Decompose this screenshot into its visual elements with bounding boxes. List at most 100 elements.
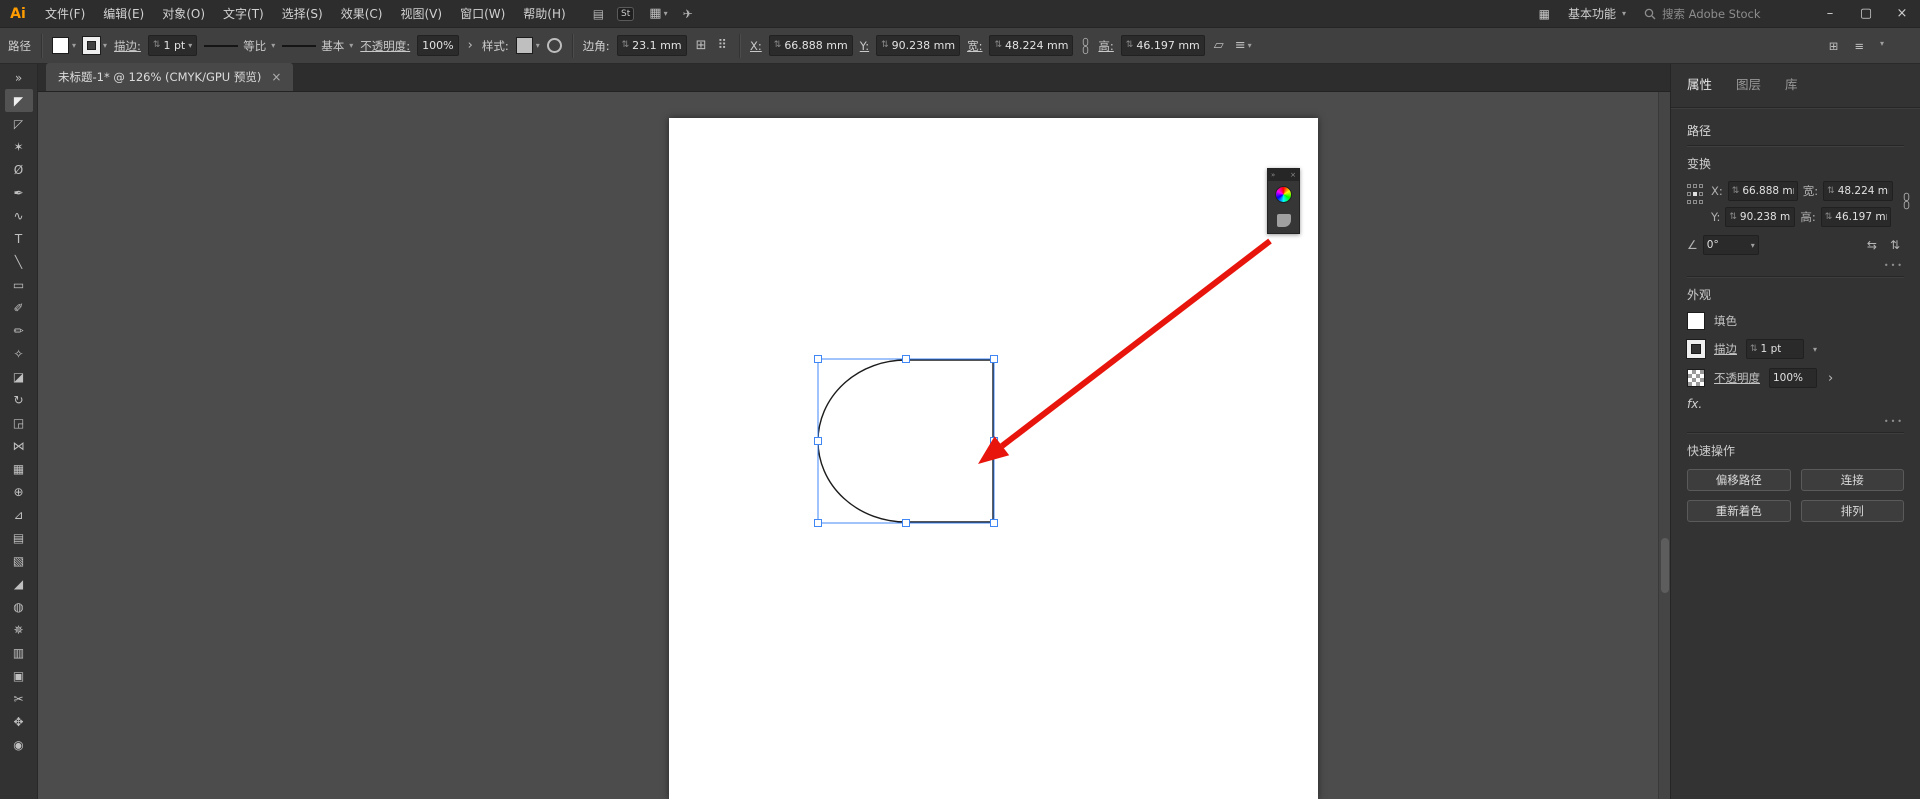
shape-widget-button[interactable] bbox=[1268, 207, 1299, 233]
share-icon[interactable]: ✈ bbox=[683, 7, 693, 21]
reference-point-locator[interactable] bbox=[1687, 184, 1703, 206]
join-button[interactable]: 连接 bbox=[1800, 469, 1904, 491]
line-segment-tool[interactable]: ╲ bbox=[5, 250, 33, 273]
close-tab-icon[interactable]: × bbox=[271, 70, 281, 84]
x-label[interactable]: X: bbox=[750, 39, 762, 53]
effects-button[interactable]: fx. bbox=[1687, 397, 1904, 411]
document-icon[interactable]: ▤ bbox=[593, 7, 604, 21]
recolor-button[interactable]: 重新着色 bbox=[1687, 500, 1791, 522]
shear-icon[interactable]: ▱ bbox=[1212, 38, 1226, 53]
chevron-down-icon[interactable]: ▾ bbox=[536, 41, 540, 50]
align-options-icon[interactable]: ⠿ bbox=[715, 38, 729, 53]
slice-tool[interactable]: ✂ bbox=[5, 687, 33, 710]
curvature-tool[interactable]: ∿ bbox=[5, 204, 33, 227]
stepper-icon[interactable]: ⇅ bbox=[994, 41, 1002, 50]
menu-view[interactable]: 视图(V) bbox=[391, 0, 451, 28]
chevron-down-icon[interactable]: ▾ bbox=[1813, 345, 1817, 354]
close-icon[interactable]: × bbox=[1290, 169, 1296, 181]
direct-selection-tool[interactable]: ◸ bbox=[5, 112, 33, 135]
recolor-artwork-icon[interactable] bbox=[546, 38, 562, 53]
arrange-button[interactable]: 排列 bbox=[1800, 500, 1904, 522]
tab-properties[interactable]: 属性 bbox=[1687, 74, 1712, 93]
y-field[interactable]: ⇅ 90.238 mm bbox=[876, 35, 961, 56]
floating-widget[interactable]: » × bbox=[1267, 168, 1300, 234]
link-dimensions-icon[interactable] bbox=[1080, 37, 1091, 55]
menu-file[interactable]: 文件(F) bbox=[36, 0, 94, 28]
type-tool[interactable]: T bbox=[5, 227, 33, 250]
stroke-swatch[interactable] bbox=[83, 37, 101, 54]
height-field[interactable]: ⇅ 46.197 mm bbox=[1820, 207, 1891, 227]
arrange-documents-button[interactable]: ▦ ▾ bbox=[647, 6, 669, 21]
stock-badge[interactable]: St bbox=[617, 6, 635, 21]
collapse-tools-icon[interactable]: » bbox=[5, 66, 33, 89]
opacity-swatch[interactable] bbox=[1687, 369, 1705, 387]
fill-swatch[interactable] bbox=[1687, 312, 1705, 330]
stroke-weight-label[interactable]: 描边: bbox=[114, 38, 141, 54]
flip-vertical-icon[interactable]: ⇅ bbox=[1886, 238, 1904, 252]
menu-window[interactable]: 窗口(W) bbox=[451, 0, 514, 28]
stepper-icon[interactable]: ⇅ bbox=[881, 41, 889, 50]
opacity-options-icon[interactable]: › bbox=[1826, 371, 1835, 386]
stroke-swatch[interactable] bbox=[1687, 340, 1705, 358]
artboard-tool[interactable]: ▣ bbox=[5, 664, 33, 687]
document-tab[interactable]: 未标题-1* @ 126% (CMYK/GPU 预览) × bbox=[46, 63, 294, 91]
hand-tool[interactable]: ✥ bbox=[5, 710, 33, 733]
width-tool[interactable]: ⋈ bbox=[5, 434, 33, 457]
opacity-label[interactable]: 不透明度: bbox=[360, 38, 410, 54]
y-field[interactable]: ⇅ 90.238 mm bbox=[1725, 207, 1796, 227]
chevron-down-icon[interactable]: ▾ bbox=[1880, 39, 1884, 53]
opacity-field[interactable]: 100% bbox=[1769, 368, 1817, 388]
x-field[interactable]: ⇅ 66.888 mm bbox=[1727, 181, 1798, 201]
stepper-icon[interactable]: ⇅ bbox=[1126, 41, 1134, 50]
width-profile-dropdown[interactable]: 等比 ▾ bbox=[204, 38, 275, 54]
collapse-icon[interactable]: » bbox=[1271, 169, 1275, 181]
menu-effect[interactable]: 效果(C) bbox=[332, 0, 392, 28]
stepper-icon[interactable]: ⇅ bbox=[622, 41, 630, 50]
column-graph-tool[interactable]: ▥ bbox=[5, 641, 33, 664]
style-swatch[interactable] bbox=[515, 37, 533, 54]
more-options-icon[interactable]: ••• bbox=[1884, 417, 1904, 426]
canvas[interactable]: » × bbox=[38, 92, 1670, 799]
panel-options-icon[interactable]: ≡ bbox=[1854, 39, 1864, 53]
shaper-tool[interactable]: ✧ bbox=[5, 342, 33, 365]
brush-definition-dropdown[interactable]: 基本 ▾ bbox=[282, 38, 353, 54]
close-button[interactable]: × bbox=[1884, 0, 1920, 28]
eraser-tool[interactable]: ◪ bbox=[5, 365, 33, 388]
menu-help[interactable]: 帮助(H) bbox=[514, 0, 574, 28]
symbol-sprayer-tool[interactable]: ✵ bbox=[5, 618, 33, 641]
y-label[interactable]: Y: bbox=[860, 39, 869, 53]
pen-tool[interactable]: ✒ bbox=[5, 181, 33, 204]
stock-search[interactable]: 搜索 Adobe Stock bbox=[1644, 6, 1794, 22]
height-field[interactable]: ⇅ 46.197 mm bbox=[1120, 35, 1205, 56]
stepper-icon[interactable]: ⇅ bbox=[774, 41, 782, 50]
stroke-weight-field[interactable]: ⇅ 1 pt bbox=[1746, 339, 1804, 359]
menu-object[interactable]: 对象(O) bbox=[153, 0, 214, 28]
x-field[interactable]: ⇅ 66.888 mm bbox=[768, 35, 853, 56]
select-similar-icon[interactable]: ⊞ bbox=[694, 38, 709, 53]
offset-path-button[interactable]: 偏移路径 bbox=[1687, 469, 1791, 491]
stepper-icon[interactable]: ⇅ bbox=[1827, 186, 1835, 196]
free-transform-tool[interactable]: ▦ bbox=[5, 457, 33, 480]
magic-wand-tool[interactable]: ✶ bbox=[5, 135, 33, 158]
width-field[interactable]: ⇅ 48.224 mm bbox=[989, 35, 1074, 56]
stepper-icon[interactable]: ⇅ bbox=[1750, 344, 1758, 354]
stroke-label[interactable]: 描边 bbox=[1714, 341, 1737, 357]
graphic-style-control[interactable]: ▾ bbox=[515, 37, 540, 54]
chevron-down-icon[interactable]: ▾ bbox=[1751, 241, 1755, 250]
paintbrush-tool[interactable]: ✐ bbox=[5, 296, 33, 319]
zoom-tool[interactable]: ◉ bbox=[5, 733, 33, 756]
tab-layers[interactable]: 图层 bbox=[1736, 74, 1761, 93]
rotate-tool[interactable]: ↻ bbox=[5, 388, 33, 411]
minimize-button[interactable]: – bbox=[1812, 0, 1848, 28]
stroke-color-control[interactable]: ▾ bbox=[83, 37, 107, 54]
blend-tool[interactable]: ◍ bbox=[5, 595, 33, 618]
align-dropdown[interactable]: ≡ ▾ bbox=[1233, 38, 1254, 53]
eyedropper-tool[interactable]: ◢ bbox=[5, 572, 33, 595]
artboard[interactable] bbox=[669, 118, 1318, 799]
gradient-tool[interactable]: ▧ bbox=[5, 549, 33, 572]
width-label[interactable]: 宽: bbox=[967, 38, 982, 54]
height-label[interactable]: 高: bbox=[1098, 38, 1113, 54]
stepper-icon[interactable]: ⇅ bbox=[1732, 186, 1740, 196]
vertical-scrollbar[interactable] bbox=[1658, 92, 1670, 799]
chevron-down-icon[interactable]: ▾ bbox=[103, 41, 107, 50]
